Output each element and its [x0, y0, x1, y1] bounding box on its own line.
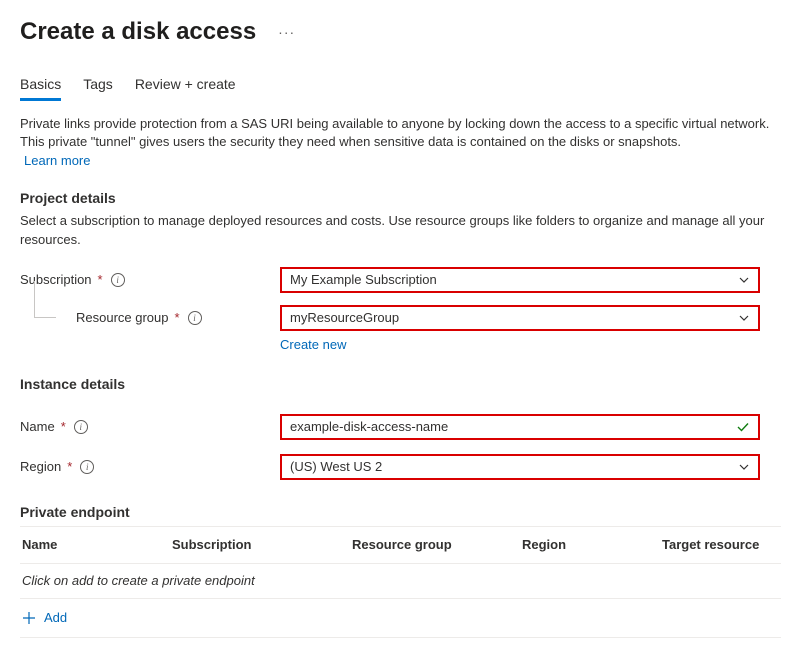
table-header: Name Subscription Resource group Region …	[20, 527, 781, 564]
instance-details-heading: Instance details	[20, 376, 781, 392]
name-value: example-disk-access-name	[290, 419, 448, 434]
tree-connector-icon	[20, 303, 72, 333]
required-marker: *	[98, 272, 103, 287]
checkmark-icon	[736, 420, 750, 434]
disk-access-create-page: Create a disk access ··· Basics Tags Rev…	[0, 0, 801, 638]
region-label: Region	[20, 459, 61, 474]
project-details-heading: Project details	[20, 190, 781, 206]
info-icon[interactable]: i	[188, 311, 202, 325]
info-icon[interactable]: i	[80, 460, 94, 474]
subscription-value: My Example Subscription	[290, 272, 437, 287]
project-details-desc: Select a subscription to manage deployed…	[20, 212, 780, 248]
page-title: Create a disk access	[20, 18, 256, 46]
name-label: Name	[20, 419, 55, 434]
page-header: Create a disk access ···	[20, 18, 781, 46]
col-target-resource: Target resource	[662, 537, 779, 552]
region-row: Region * i (US) West US 2	[20, 454, 781, 480]
add-endpoint-button[interactable]: Add	[20, 599, 781, 638]
chevron-down-icon	[738, 312, 750, 324]
name-input[interactable]: example-disk-access-name	[280, 414, 760, 440]
tab-tags[interactable]: Tags	[83, 76, 113, 101]
tab-review-create[interactable]: Review + create	[135, 76, 236, 101]
resource-group-select[interactable]: myResourceGroup	[280, 305, 760, 331]
col-name: Name	[22, 537, 172, 552]
private-endpoint-heading: Private endpoint	[20, 504, 781, 520]
region-value: (US) West US 2	[290, 459, 382, 474]
col-subscription: Subscription	[172, 537, 352, 552]
subscription-row: Subscription * i My Example Subscription	[20, 267, 781, 293]
info-icon[interactable]: i	[74, 420, 88, 434]
info-icon[interactable]: i	[111, 273, 125, 287]
add-label: Add	[44, 610, 67, 625]
resource-group-row: Resource group * i myResourceGroup	[20, 303, 781, 333]
resource-group-label: Resource group	[76, 310, 169, 325]
endpoint-empty-state: Click on add to create a private endpoin…	[20, 564, 781, 599]
chevron-down-icon	[738, 461, 750, 473]
name-row: Name * i example-disk-access-name	[20, 414, 781, 440]
resource-group-value: myResourceGroup	[290, 310, 399, 325]
plus-icon	[22, 611, 36, 625]
required-marker: *	[175, 310, 180, 325]
col-region: Region	[522, 537, 662, 552]
subscription-label: Subscription	[20, 272, 92, 287]
col-resource-group: Resource group	[352, 537, 522, 552]
subscription-select[interactable]: My Example Subscription	[280, 267, 760, 293]
tab-basics[interactable]: Basics	[20, 76, 61, 101]
endpoint-table: Name Subscription Resource group Region …	[20, 526, 781, 638]
required-marker: *	[67, 459, 72, 474]
learn-more-link[interactable]: Learn more	[24, 153, 90, 168]
chevron-down-icon	[738, 274, 750, 286]
required-marker: *	[61, 419, 66, 434]
region-select[interactable]: (US) West US 2	[280, 454, 760, 480]
create-new-rg-link[interactable]: Create new	[280, 337, 346, 352]
intro-text: Private links provide protection from a …	[20, 115, 780, 151]
more-actions-icon[interactable]: ···	[278, 24, 295, 40]
tabs-bar: Basics Tags Review + create	[20, 76, 781, 101]
